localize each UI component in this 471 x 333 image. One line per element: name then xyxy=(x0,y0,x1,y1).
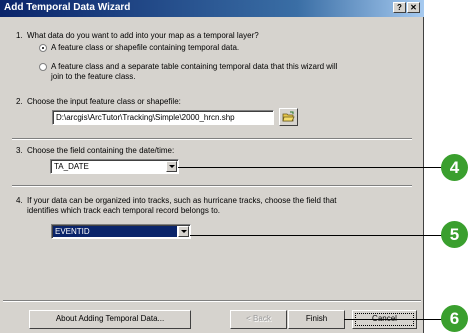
step-1-text: What data do you want to add into your m… xyxy=(27,31,259,40)
date-field-value: TA_DATE xyxy=(54,162,89,171)
step-4-number: 4. xyxy=(16,196,23,205)
callout-line xyxy=(344,319,445,320)
input-path-value: D:\arcgis\ArcTutor\Tracking\Simple\2000_… xyxy=(56,113,235,122)
option-separate-table-label-1[interactable]: A feature class and a separate table con… xyxy=(51,62,337,71)
callout-line xyxy=(190,235,445,236)
about-button[interactable]: About Adding Temporal Data... xyxy=(29,310,191,329)
open-folder-icon xyxy=(282,111,295,122)
step-2-text: Choose the input feature class or shapef… xyxy=(27,97,181,106)
divider xyxy=(12,138,412,140)
title-bar[interactable]: Add Temporal Data Wizard ? ✕ xyxy=(0,0,424,17)
back-button[interactable]: < Back xyxy=(230,310,287,329)
input-path-field[interactable]: D:\arcgis\ArcTutor\Tracking\Simple\2000_… xyxy=(52,110,274,125)
date-field-select[interactable]: TA_DATE xyxy=(50,159,179,174)
option-separate-table-radio[interactable] xyxy=(39,63,47,71)
step-3-number: 3. xyxy=(16,146,23,155)
window-title: Add Temporal Data Wizard xyxy=(4,2,131,13)
chevron-down-icon[interactable] xyxy=(178,226,189,237)
option-separate-table-label-2[interactable]: join to the feature class. xyxy=(51,72,136,81)
divider xyxy=(12,185,412,187)
chevron-down-icon[interactable] xyxy=(166,161,177,172)
option-feature-class-label[interactable]: A feature class or shapefile containing … xyxy=(51,43,239,52)
step-4-text-2: identifies which track each temporal rec… xyxy=(27,206,220,215)
close-button[interactable]: ✕ xyxy=(407,2,420,13)
callout-line xyxy=(178,167,445,168)
help-button[interactable]: ? xyxy=(393,2,406,13)
step-1-number: 1. xyxy=(16,31,23,40)
finish-button[interactable]: Finish xyxy=(288,310,345,329)
track-field-value: EVENTID xyxy=(55,227,90,236)
step-4-text-1: If your data can be organized into track… xyxy=(27,196,337,205)
callout-badge: 4 xyxy=(441,154,468,181)
option-feature-class-radio[interactable] xyxy=(39,44,47,52)
callout-badge: 6 xyxy=(441,305,468,332)
track-field-select[interactable]: EVENTID xyxy=(51,224,191,239)
browse-button[interactable] xyxy=(279,108,298,126)
step-3-text: Choose the field containing the date/tim… xyxy=(27,146,175,155)
step-2-number: 2. xyxy=(16,97,23,106)
callout-badge: 5 xyxy=(441,221,468,248)
bottom-divider xyxy=(3,300,421,302)
